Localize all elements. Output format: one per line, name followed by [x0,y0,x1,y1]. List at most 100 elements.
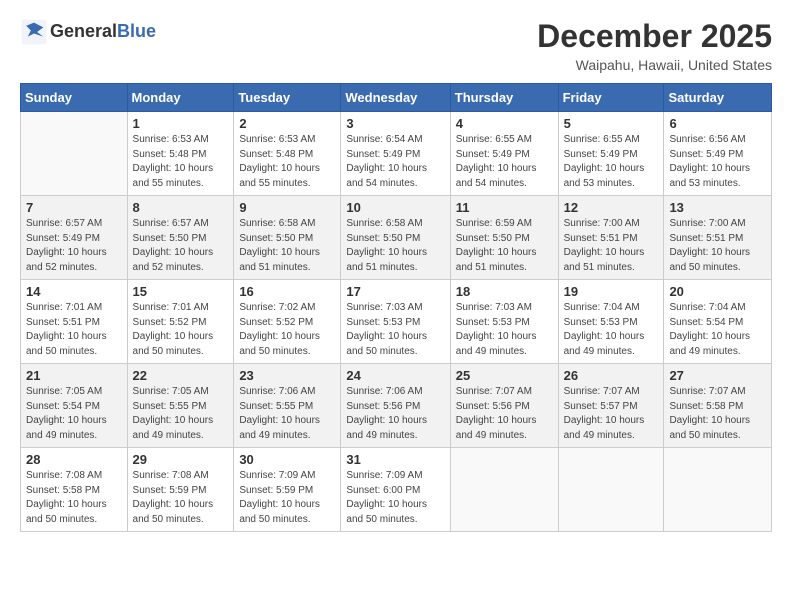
calendar-day-cell: 3 Sunrise: 6:54 AM Sunset: 5:49 PM Daylig… [341,112,450,196]
day-number: 30 [239,452,335,467]
day-number: 22 [133,368,229,383]
day-info: Sunrise: 7:09 AM Sunset: 6:00 PM Dayligh… [346,469,444,527]
logo-general: General [50,21,117,41]
calendar-day-cell: 15 Sunrise: 7:01 AM Sunset: 5:52 PM Dayli… [127,280,234,364]
day-number: 13 [669,200,766,215]
day-info: Sunrise: 6:56 AM Sunset: 5:49 PM Dayligh… [669,133,766,191]
day-info: Sunrise: 6:59 AM Sunset: 5:50 PM Dayligh… [456,217,553,275]
calendar-day-cell [664,448,772,532]
day-info: Sunrise: 7:00 AM Sunset: 5:51 PM Dayligh… [669,217,766,275]
calendar-day-cell: 1 Sunrise: 6:53 AM Sunset: 5:48 PM Daylig… [127,112,234,196]
calendar-day-cell [558,448,664,532]
day-number: 8 [133,200,229,215]
day-info: Sunrise: 6:58 AM Sunset: 5:50 PM Dayligh… [239,217,335,275]
logo-blue: Blue [117,21,156,41]
day-number: 15 [133,284,229,299]
day-info: Sunrise: 7:05 AM Sunset: 5:54 PM Dayligh… [26,385,122,443]
day-number: 28 [26,452,122,467]
calendar-day-cell: 23Sunrise: 7:06 AM Sunset: 5:55 PM Dayli… [234,364,341,448]
calendar-day-cell: 18 Sunrise: 7:03 AM Sunset: 5:53 PM Dayli… [450,280,558,364]
calendar-day-cell: 9 Sunrise: 6:58 AM Sunset: 5:50 PM Daylig… [234,196,341,280]
day-number: 14 [26,284,122,299]
day-info: Sunrise: 6:55 AM Sunset: 5:49 PM Dayligh… [456,133,553,191]
calendar-week-row: 7Sunrise: 6:57 AM Sunset: 5:49 PM Daylig… [21,196,772,280]
calendar-week-row: 14 Sunrise: 7:01 AM Sunset: 5:51 PM Dayli… [21,280,772,364]
calendar-day-cell: 27 Sunrise: 7:07 AM Sunset: 5:58 PM Dayli… [664,364,772,448]
calendar-day-cell: 21 Sunrise: 7:05 AM Sunset: 5:54 PM Dayli… [21,364,128,448]
calendar-day-cell: 20 Sunrise: 7:04 AM Sunset: 5:54 PM Dayli… [664,280,772,364]
calendar-day-cell: 24Sunrise: 7:06 AM Sunset: 5:56 PM Dayli… [341,364,450,448]
calendar-day-cell: 5Sunrise: 6:55 AM Sunset: 5:49 PM Daylig… [558,112,664,196]
day-number: 19 [564,284,659,299]
calendar-day-cell [21,112,128,196]
day-info: Sunrise: 6:53 AM Sunset: 5:48 PM Dayligh… [133,133,229,191]
day-number: 3 [346,116,444,131]
day-number: 4 [456,116,553,131]
day-info: Sunrise: 6:54 AM Sunset: 5:49 PM Dayligh… [346,133,444,191]
day-number: 12 [564,200,659,215]
weekday-header: Wednesday [341,84,450,112]
calendar-day-cell: 4 Sunrise: 6:55 AM Sunset: 5:49 PM Daylig… [450,112,558,196]
day-info: Sunrise: 7:02 AM Sunset: 5:52 PM Dayligh… [239,301,335,359]
day-info: Sunrise: 7:07 AM Sunset: 5:57 PM Dayligh… [564,385,659,443]
calendar-week-row: 21 Sunrise: 7:05 AM Sunset: 5:54 PM Dayli… [21,364,772,448]
day-info: Sunrise: 6:58 AM Sunset: 5:50 PM Dayligh… [346,217,444,275]
day-info: Sunrise: 7:09 AM Sunset: 5:59 PM Dayligh… [239,469,335,527]
calendar-day-cell: 22 Sunrise: 7:05 AM Sunset: 5:55 PM Dayli… [127,364,234,448]
weekday-header-row: SundayMondayTuesdayWednesdayThursdayFrid… [21,84,772,112]
calendar-day-cell: 28Sunrise: 7:08 AM Sunset: 5:58 PM Dayli… [21,448,128,532]
day-number: 27 [669,368,766,383]
day-number: 9 [239,200,335,215]
calendar-week-row: 1 Sunrise: 6:53 AM Sunset: 5:48 PM Daylig… [21,112,772,196]
calendar-day-cell: 25 Sunrise: 7:07 AM Sunset: 5:56 PM Dayli… [450,364,558,448]
day-info: Sunrise: 6:53 AM Sunset: 5:48 PM Dayligh… [239,133,335,191]
calendar-day-cell: 14 Sunrise: 7:01 AM Sunset: 5:51 PM Dayli… [21,280,128,364]
day-number: 16 [239,284,335,299]
calendar-day-cell: 2 Sunrise: 6:53 AM Sunset: 5:48 PM Daylig… [234,112,341,196]
day-number: 23 [239,368,335,383]
day-info: Sunrise: 7:01 AM Sunset: 5:51 PM Dayligh… [26,301,122,359]
day-info: Sunrise: 7:00 AM Sunset: 5:51 PM Dayligh… [564,217,659,275]
title-area: December 2025 Waipahu, Hawaii, United St… [537,18,772,73]
day-info: Sunrise: 7:08 AM Sunset: 5:59 PM Dayligh… [133,469,229,527]
day-info: Sunrise: 7:03 AM Sunset: 5:53 PM Dayligh… [456,301,553,359]
location-title: Waipahu, Hawaii, United States [537,57,772,73]
calendar-day-cell: 16 Sunrise: 7:02 AM Sunset: 5:52 PM Dayli… [234,280,341,364]
day-number: 17 [346,284,444,299]
calendar-day-cell: 8 Sunrise: 6:57 AM Sunset: 5:50 PM Daylig… [127,196,234,280]
day-info: Sunrise: 7:05 AM Sunset: 5:55 PM Dayligh… [133,385,229,443]
day-number: 20 [669,284,766,299]
logo-text: GeneralBlue [50,22,156,42]
day-info: Sunrise: 7:01 AM Sunset: 5:52 PM Dayligh… [133,301,229,359]
calendar-day-cell: 6Sunrise: 6:56 AM Sunset: 5:49 PM Daylig… [664,112,772,196]
weekday-header: Monday [127,84,234,112]
calendar-day-cell: 13 Sunrise: 7:00 AM Sunset: 5:51 PM Dayli… [664,196,772,280]
weekday-header: Saturday [664,84,772,112]
day-number: 25 [456,368,553,383]
day-info: Sunrise: 7:04 AM Sunset: 5:53 PM Dayligh… [564,301,659,359]
logo-icon [20,18,48,46]
day-info: Sunrise: 6:57 AM Sunset: 5:49 PM Dayligh… [26,217,122,275]
day-info: Sunrise: 7:04 AM Sunset: 5:54 PM Dayligh… [669,301,766,359]
day-number: 1 [133,116,229,131]
calendar-day-cell: 26Sunrise: 7:07 AM Sunset: 5:57 PM Dayli… [558,364,664,448]
day-number: 18 [456,284,553,299]
page: GeneralBlue December 2025 Waipahu, Hawai… [0,0,792,612]
weekday-header: Thursday [450,84,558,112]
day-info: Sunrise: 7:07 AM Sunset: 5:58 PM Dayligh… [669,385,766,443]
calendar-day-cell: 19 Sunrise: 7:04 AM Sunset: 5:53 PM Dayli… [558,280,664,364]
header: GeneralBlue December 2025 Waipahu, Hawai… [20,18,772,73]
day-info: Sunrise: 7:03 AM Sunset: 5:53 PM Dayligh… [346,301,444,359]
day-info: Sunrise: 6:57 AM Sunset: 5:50 PM Dayligh… [133,217,229,275]
weekday-header: Sunday [21,84,128,112]
day-number: 2 [239,116,335,131]
day-number: 10 [346,200,444,215]
weekday-header: Friday [558,84,664,112]
day-number: 29 [133,452,229,467]
day-info: Sunrise: 7:06 AM Sunset: 5:56 PM Dayligh… [346,385,444,443]
day-info: Sunrise: 6:55 AM Sunset: 5:49 PM Dayligh… [564,133,659,191]
day-number: 21 [26,368,122,383]
calendar-day-cell: 10 Sunrise: 6:58 AM Sunset: 5:50 PM Dayli… [341,196,450,280]
day-info: Sunrise: 7:07 AM Sunset: 5:56 PM Dayligh… [456,385,553,443]
calendar-day-cell: 30 Sunrise: 7:09 AM Sunset: 5:59 PM Dayli… [234,448,341,532]
